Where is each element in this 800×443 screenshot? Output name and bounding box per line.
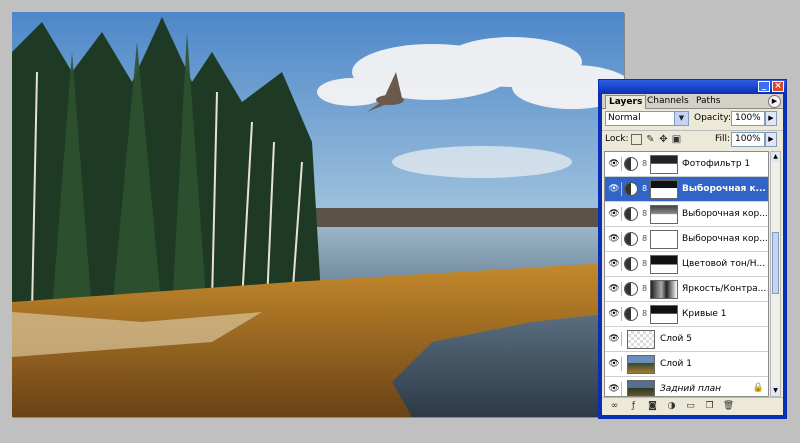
link-icon[interactable]: 8 bbox=[642, 283, 648, 295]
layer-name: Слой 5 bbox=[660, 334, 692, 344]
layer-row[interactable]: 👁 Слой 1 bbox=[605, 352, 768, 377]
eye-icon[interactable]: 👁 bbox=[607, 357, 622, 371]
link-layers-icon[interactable]: ∞ bbox=[608, 400, 621, 413]
eye-icon[interactable]: 👁 bbox=[607, 207, 622, 221]
link-icon[interactable]: 8 bbox=[642, 158, 648, 170]
layer-row[interactable]: 👁 Задний план 🔒 bbox=[605, 377, 768, 396]
layers-scrollbar[interactable]: ▲ ▼ bbox=[770, 151, 781, 397]
layer-row[interactable]: 👁 8 Кривые 1 bbox=[605, 302, 768, 327]
eye-icon[interactable]: 👁 bbox=[607, 232, 622, 246]
adjustment-layer-icon[interactable]: ◑ bbox=[665, 400, 678, 413]
eye-icon[interactable]: 👁 bbox=[607, 257, 622, 271]
lock-icon: 🔒 bbox=[752, 383, 764, 393]
scroll-down-button[interactable]: ▼ bbox=[771, 386, 780, 396]
scroll-thumb[interactable] bbox=[772, 232, 779, 294]
link-icon[interactable]: 8 bbox=[642, 233, 648, 245]
minimize-button[interactable]: _ bbox=[758, 81, 770, 92]
layer-mask-thumbnail[interactable] bbox=[650, 305, 678, 324]
layer-row[interactable]: 👁 8 Фотофильтр 1 bbox=[605, 152, 768, 177]
move-lock-icon[interactable]: ✥ bbox=[658, 134, 669, 145]
layers-list: 👁 8 Фотофильтр 1 👁 8 Выборочная к... 👁 8 bbox=[604, 151, 769, 397]
layer-mask-thumbnail[interactable] bbox=[650, 180, 678, 199]
eye-icon[interactable]: 👁 bbox=[607, 382, 622, 396]
fill-input[interactable]: 100% bbox=[731, 132, 765, 147]
tab-paths[interactable]: Paths bbox=[693, 95, 723, 108]
palette-titlebar[interactable]: _ × bbox=[599, 80, 786, 94]
layer-name: Фотофильтр 1 bbox=[682, 159, 751, 169]
layer-mask-thumbnail[interactable] bbox=[650, 255, 678, 274]
group-folder-icon[interactable]: ▭ bbox=[684, 400, 697, 413]
opacity-label: Opacity: bbox=[694, 113, 731, 123]
opacity-input[interactable]: 100% bbox=[731, 111, 765, 126]
palette-menu-button[interactable]: ▶ bbox=[768, 95, 781, 108]
adjustment-layer-icon bbox=[624, 157, 638, 171]
add-mask-icon[interactable]: ◙ bbox=[646, 400, 659, 413]
link-icon[interactable]: 8 bbox=[642, 183, 648, 195]
layer-mask-thumbnail[interactable] bbox=[650, 230, 678, 249]
link-icon[interactable]: 8 bbox=[642, 208, 648, 220]
layer-thumbnail[interactable] bbox=[627, 355, 655, 374]
layer-name: Цветовой тон/Н... bbox=[682, 259, 766, 269]
lock-all-icon[interactable]: ▣ bbox=[671, 134, 682, 145]
lock-transparency-icon[interactable] bbox=[631, 134, 642, 145]
lock-label: Lock: bbox=[605, 134, 629, 144]
blend-opacity-row: Normal ▼ Opacity: 100% ▶ bbox=[602, 110, 783, 128]
layer-name: Яркость/Контра... bbox=[682, 284, 767, 294]
eye-icon[interactable]: 👁 bbox=[607, 182, 622, 196]
chevron-down-icon: ▼ bbox=[674, 112, 688, 125]
layer-mask-thumbnail[interactable] bbox=[650, 205, 678, 224]
eye-icon[interactable]: 👁 bbox=[607, 307, 622, 321]
adjustment-layer-icon bbox=[624, 282, 638, 296]
opacity-arrow-button[interactable]: ▶ bbox=[765, 111, 777, 126]
palette-body: Layers Channels Paths ▶ Normal ▼ Opacity… bbox=[602, 94, 783, 415]
tab-channels[interactable]: Channels bbox=[644, 95, 692, 108]
adjustment-layer-icon bbox=[624, 207, 638, 221]
layer-row[interactable]: 👁 8 Выборочная кор... bbox=[605, 227, 768, 252]
eye-icon[interactable]: 👁 bbox=[607, 157, 622, 171]
layer-name: Выборочная кор... bbox=[682, 209, 768, 219]
eye-icon[interactable]: 👁 bbox=[607, 332, 622, 346]
palette-tabs: Layers Channels Paths ▶ bbox=[602, 94, 783, 109]
layer-name: Кривые 1 bbox=[682, 309, 727, 319]
layer-name: Слой 1 bbox=[660, 359, 692, 369]
link-icon[interactable]: 8 bbox=[642, 308, 648, 320]
layer-mask-thumbnail[interactable] bbox=[650, 155, 678, 174]
trash-icon[interactable]: 🗑 bbox=[722, 400, 735, 413]
layer-row[interactable]: 👁 8 Цветовой тон/Н... bbox=[605, 252, 768, 277]
layer-name: Выборочная к... bbox=[682, 184, 766, 194]
blend-mode-select[interactable]: Normal ▼ bbox=[605, 111, 689, 126]
lock-fill-row: Lock: ✎ ✥ ▣ Fill: 100% ▶ bbox=[602, 130, 783, 149]
adjustment-layer-icon bbox=[624, 257, 638, 271]
layer-name: Выборочная кор... bbox=[682, 234, 768, 244]
new-layer-icon[interactable]: ❐ bbox=[703, 400, 716, 413]
adjustment-layer-icon bbox=[624, 182, 638, 196]
layer-style-icon[interactable]: ƒ bbox=[627, 400, 640, 413]
fill-label: Fill: bbox=[715, 134, 731, 144]
adjustment-layer-icon bbox=[624, 307, 638, 321]
layer-mask-thumbnail[interactable] bbox=[650, 280, 678, 299]
landscape-photo bbox=[12, 12, 624, 417]
layer-row[interactable]: 👁 8 Выборочная кор... bbox=[605, 202, 768, 227]
layer-row[interactable]: 👁 8 Яркость/Контра... bbox=[605, 277, 768, 302]
layers-palette: _ × Layers Channels Paths ▶ Normal ▼ Opa… bbox=[598, 79, 787, 419]
palette-bottom-toolbar: ∞ ƒ ◙ ◑ ▭ ❐ 🗑 bbox=[602, 397, 783, 415]
document-canvas[interactable] bbox=[12, 12, 624, 417]
tab-layers[interactable]: Layers bbox=[605, 95, 647, 109]
scroll-up-button[interactable]: ▲ bbox=[771, 152, 780, 162]
layer-thumbnail[interactable] bbox=[627, 380, 655, 396]
eye-icon[interactable]: 👁 bbox=[607, 282, 622, 296]
fill-arrow-button[interactable]: ▶ bbox=[765, 132, 777, 147]
adjustment-layer-icon bbox=[624, 232, 638, 246]
layer-thumbnail[interactable] bbox=[627, 330, 655, 349]
close-button[interactable]: × bbox=[772, 81, 784, 92]
layer-row[interactable]: 👁 Слой 5 bbox=[605, 327, 768, 352]
layer-row-selected[interactable]: 👁 8 Выборочная к... bbox=[605, 177, 768, 202]
blend-mode-value: Normal bbox=[608, 113, 641, 123]
link-icon[interactable]: 8 bbox=[642, 258, 648, 270]
brush-lock-icon[interactable]: ✎ bbox=[645, 134, 656, 145]
layer-name: Задний план bbox=[660, 384, 721, 394]
